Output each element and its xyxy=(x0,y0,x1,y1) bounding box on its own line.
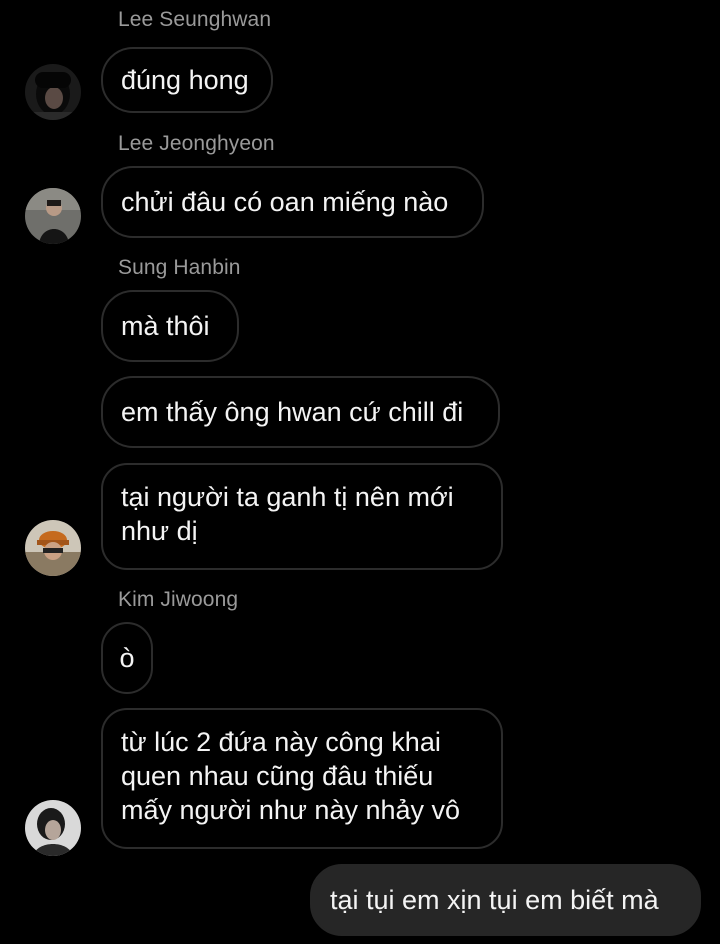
message-text: đúng hong xyxy=(121,65,249,95)
avatar-lee-jeonghyeon[interactable] xyxy=(25,188,81,244)
avatar-sung-hanbin[interactable] xyxy=(25,520,81,576)
message-bubble[interactable]: từ lúc 2 đứa này công khai quen nhau cũn… xyxy=(101,708,503,849)
message-text: tại tụi em xịn tụi em biết mà xyxy=(330,885,659,915)
sender-name: Kim Jiwoong xyxy=(118,588,239,611)
profile-photo-icon xyxy=(25,64,81,120)
message-text: em thấy ông hwan cứ chill đi xyxy=(121,397,464,427)
message-bubble[interactable]: em thấy ông hwan cứ chill đi xyxy=(101,376,500,448)
message-text: mà thôi xyxy=(121,311,210,341)
sender-name: Sung Hanbin xyxy=(118,256,241,279)
message-text: ò xyxy=(119,643,135,673)
sender-name: Lee Seunghwan xyxy=(118,8,272,31)
message-bubble[interactable]: chửi đâu có oan miếng nào xyxy=(101,166,484,238)
message-bubble[interactable]: đúng hong xyxy=(101,47,273,113)
message-bubble[interactable]: ò xyxy=(101,622,153,694)
sender-name: Lee Jeonghyeon xyxy=(118,132,275,155)
message-text: từ lúc 2 đứa này công khai quen nhau cũn… xyxy=(121,727,461,825)
message-text: chửi đâu có oan miếng nào xyxy=(121,187,449,217)
outgoing-message-bubble[interactable]: tại tụi em xịn tụi em biết mà xyxy=(310,864,701,936)
profile-photo-icon xyxy=(25,800,81,856)
message-text: tại người ta ganh tị nên mới như dị xyxy=(121,482,454,546)
profile-photo-icon xyxy=(25,188,81,244)
message-bubble[interactable]: tại người ta ganh tị nên mới như dị xyxy=(101,463,503,570)
avatar-kim-jiwoong[interactable] xyxy=(25,800,81,856)
profile-photo-icon xyxy=(25,520,81,576)
message-bubble[interactable]: mà thôi xyxy=(101,290,239,362)
avatar-lee-seunghwan[interactable] xyxy=(25,64,81,120)
